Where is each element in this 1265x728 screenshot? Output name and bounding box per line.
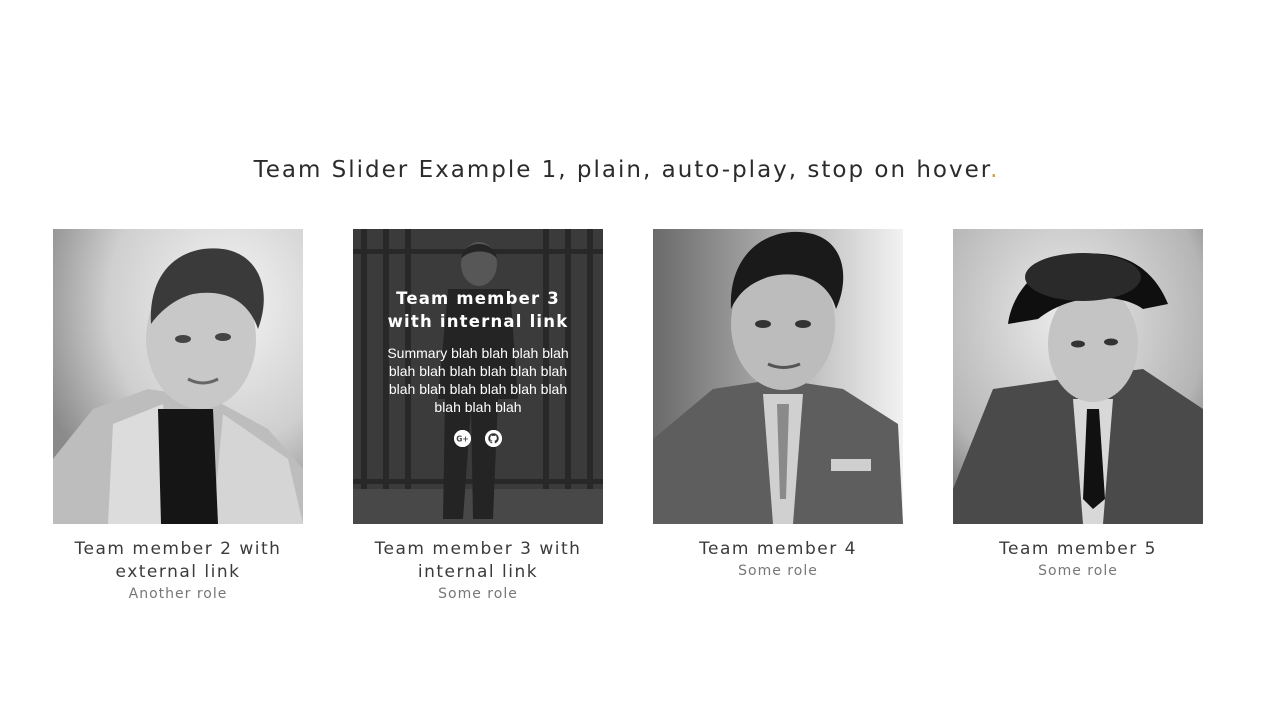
member-caption: Team member 3 with internal link Some ro… [353,524,603,602]
member-name[interactable]: Team member 5 [953,538,1203,561]
team-card: Team member 3 with internal link Summary… [353,229,603,602]
member-caption: Team member 4 Some role [653,524,903,579]
member-name[interactable]: Team member 2 with external link [53,538,303,584]
member-caption: Team member 5 Some role [953,524,1203,579]
team-member-photo-link[interactable] [953,229,1203,524]
member-photo [953,229,1203,524]
team-member-photo-link[interactable]: Team member 3 with internal link Summary… [353,229,603,524]
heading-dot: . [990,157,1000,183]
member-role: Some role [438,586,518,602]
member-photo [53,229,303,524]
member-name[interactable]: Team member 4 [653,538,903,561]
member-hover-overlay[interactable]: Team member 3 with internal link Summary… [353,229,603,524]
overlay-member-name[interactable]: Team member 3 with internal link [375,287,581,333]
team-card: Team member 2 with external link Another… [53,229,303,602]
team-card: Team member 4 Some role [653,229,903,579]
member-role: Another role [128,586,228,602]
member-name[interactable]: Team member 3 with internal link [353,538,603,584]
member-role: Some role [1038,563,1118,579]
member-photo [653,229,903,524]
team-card: Team member 5 Some role [953,229,1203,579]
team-member-photo-link[interactable] [53,229,303,524]
slider-heading: Team Slider Example 1, plain, auto-play,… [0,157,1253,183]
team-slider[interactable]: Team member 2 with external link Another… [53,229,1203,629]
google-plus-icon[interactable]: G+ [454,430,471,447]
svg-text:G+: G+ [456,435,468,444]
member-role: Some role [738,563,818,579]
social-links: G+ [375,430,581,447]
github-icon[interactable] [485,430,502,447]
team-member-photo-link[interactable] [653,229,903,524]
member-caption: Team member 2 with external link Another… [53,524,303,602]
overlay-summary: Summary blah blah blah blah blah blah bl… [387,345,569,415]
heading-text: Team Slider Example 1, plain, auto-play,… [253,157,991,183]
